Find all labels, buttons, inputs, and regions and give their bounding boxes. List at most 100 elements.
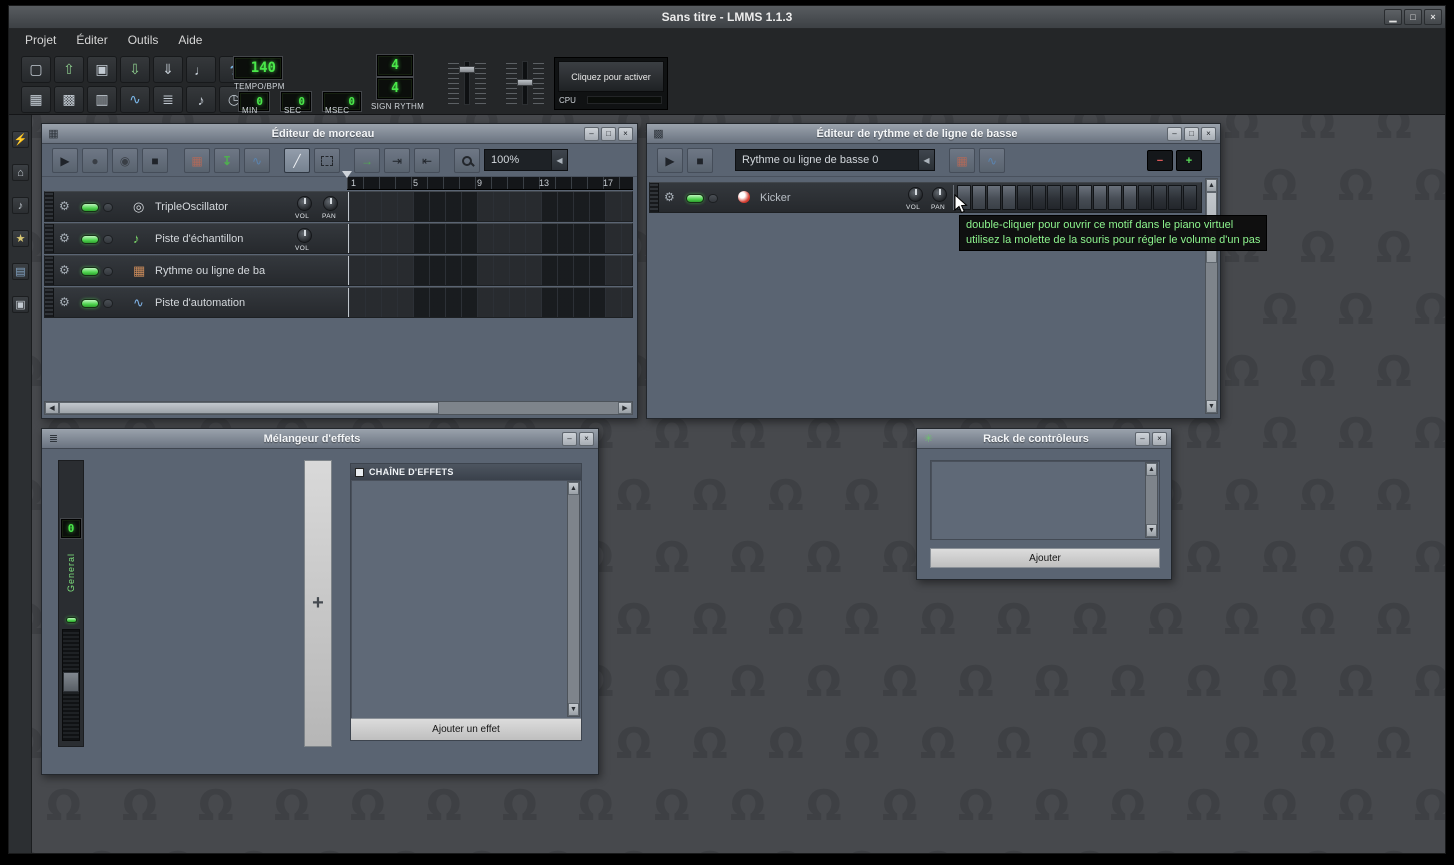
zoom-button[interactable]	[454, 148, 480, 173]
add-bb-track-button[interactable]: ▦	[184, 148, 210, 173]
track-grip[interactable]	[45, 224, 54, 253]
mute-led[interactable]	[81, 203, 99, 212]
song-editor-minimize-button[interactable]: –	[584, 126, 599, 141]
master-pitch-slider[interactable]	[505, 59, 545, 107]
song-editor-close-button[interactable]: ×	[618, 126, 633, 141]
rewind-button[interactable]: ⇤	[414, 148, 440, 173]
beat-step[interactable]	[1062, 185, 1077, 210]
beat-step[interactable]	[1017, 185, 1032, 210]
song-editor-hscrollbar[interactable]: ◀ ▶	[44, 401, 633, 415]
track-grip[interactable]	[650, 183, 659, 212]
toggle-song-editor-button[interactable]: ▦	[21, 86, 51, 113]
fader-handle[interactable]	[63, 672, 79, 692]
scrollbar-thumb[interactable]	[59, 402, 440, 414]
gear-icon[interactable]: ⚙	[664, 191, 675, 203]
toggle-bb-editor-button[interactable]: ▩	[54, 86, 84, 113]
stop-button[interactable]: ■	[142, 148, 168, 173]
add-steps-button[interactable]: +	[1176, 150, 1202, 171]
record-button[interactable]: ●	[82, 148, 108, 173]
track-grip[interactable]	[45, 288, 54, 317]
edit-mode-button[interactable]	[314, 148, 340, 173]
open-project-button[interactable]: ⇧	[54, 56, 84, 83]
track-name[interactable]: Rythme ou ligne de ba	[155, 265, 265, 277]
master-pitch-handle[interactable]	[517, 79, 533, 86]
bb-editor-maximize-button[interactable]: □	[1184, 126, 1199, 141]
new-project-button[interactable]: ▢	[21, 56, 51, 83]
track-content[interactable]	[348, 192, 632, 221]
solo-led[interactable]	[103, 203, 113, 212]
pan-knob[interactable]	[932, 187, 947, 202]
track-grip[interactable]	[45, 256, 54, 285]
controller-rack-minimize-button[interactable]: –	[1135, 431, 1150, 446]
controller-list[interactable]: ▲ ▼	[930, 460, 1160, 540]
beat-step[interactable]	[1047, 185, 1062, 210]
pan-knob[interactable]	[323, 196, 338, 211]
scroll-down-button[interactable]: ▼	[1146, 524, 1157, 537]
bb-editor-vscrollbar[interactable]: ▲ ▼	[1205, 178, 1218, 414]
beat-step[interactable]	[1002, 185, 1017, 210]
new-fx-channel-button[interactable]: +	[304, 460, 332, 747]
scrollbar-track[interactable]	[568, 495, 579, 703]
track-name[interactable]: Piste d'automation	[155, 297, 245, 309]
master-volume-slider[interactable]	[447, 59, 487, 107]
track-content[interactable]	[348, 224, 632, 253]
gear-icon[interactable]: ⚙	[59, 200, 70, 212]
beat-step[interactable]	[1137, 185, 1152, 210]
song-editor-maximize-button[interactable]: □	[601, 126, 616, 141]
solo-led[interactable]	[708, 194, 718, 203]
master-channel-strip[interactable]: 0 General	[58, 460, 84, 747]
mute-led[interactable]	[81, 235, 99, 244]
bb-editor-minimize-button[interactable]: –	[1167, 126, 1182, 141]
sidebar-item-computer[interactable]: ▣	[12, 296, 29, 313]
beat-step[interactable]	[972, 185, 987, 210]
volume-knob[interactable]	[908, 187, 923, 202]
toggle-fx-mixer-button[interactable]: ≣	[153, 86, 183, 113]
chain-enable-checkbox[interactable]	[355, 467, 364, 477]
fx-mixer-titlebar[interactable]: ≣ Mélangeur d'effets – ×	[42, 429, 598, 449]
menu-outils[interactable]: Outils	[118, 30, 169, 50]
add-controller-button[interactable]: Ajouter	[930, 548, 1160, 568]
beat-step[interactable]	[1077, 185, 1092, 210]
mute-led[interactable]	[81, 267, 99, 276]
track-name[interactable]: TripleOscillator	[155, 201, 228, 213]
visualization-activate-button[interactable]: Cliquez pour activer	[558, 61, 664, 92]
to-end-button[interactable]: ⇥	[384, 148, 410, 173]
gear-icon[interactable]: ⚙	[59, 264, 70, 276]
beat-step[interactable]	[1107, 185, 1122, 210]
controller-vscrollbar[interactable]: ▲ ▼	[1145, 462, 1158, 538]
menu-aide[interactable]: Aide	[168, 30, 212, 50]
scrollbar-track[interactable]	[59, 402, 618, 414]
volume-knob[interactable]	[297, 228, 312, 243]
master-volume-display[interactable]: 0	[61, 519, 81, 538]
solo-led[interactable]	[103, 267, 113, 276]
effects-vscrollbar[interactable]: ▲ ▼	[567, 481, 580, 717]
behaviour-at-stop-button[interactable]: →	[354, 148, 380, 173]
scroll-down-button[interactable]: ▼	[1206, 400, 1217, 413]
scrollbar-track[interactable]	[1146, 476, 1157, 524]
fx-mixer-close-button[interactable]: ×	[579, 431, 594, 446]
draw-mode-button[interactable]: ╱	[284, 148, 310, 173]
effects-chain-header[interactable]: CHAÎNE D'EFFETS	[351, 464, 581, 480]
scroll-up-button[interactable]: ▲	[568, 482, 579, 495]
zoom-combobox[interactable]: 100% ◀	[484, 149, 568, 171]
add-automation-track-button[interactable]: ∿	[979, 148, 1005, 173]
beat-step[interactable]	[987, 185, 1002, 210]
mute-led[interactable]	[686, 194, 704, 203]
beat-step[interactable]	[1092, 185, 1107, 210]
scroll-down-button[interactable]: ▼	[568, 703, 579, 716]
play-button[interactable]: ▶	[52, 148, 78, 173]
open-recent-button[interactable]: ⇩	[120, 56, 150, 83]
track-grip[interactable]	[45, 192, 54, 221]
save-project-button[interactable]: ▣	[87, 56, 117, 83]
project-notes-button[interactable]: ♪	[186, 86, 216, 113]
sidebar-item-presets[interactable]: ★	[12, 230, 29, 247]
fx-mixer-minimize-button[interactable]: –	[562, 431, 577, 446]
tempo-display[interactable]: 140	[234, 57, 282, 79]
gear-icon[interactable]: ⚙	[59, 296, 70, 308]
window-titlebar[interactable]: Sans titre - LMMS 1.1.3 ▁ □ ×	[9, 6, 1445, 29]
add-effect-button[interactable]: Ajouter un effet	[351, 718, 581, 740]
channel-led[interactable]	[66, 617, 77, 623]
scroll-up-button[interactable]: ▲	[1146, 463, 1157, 476]
beat-step[interactable]	[1152, 185, 1167, 210]
beat-step[interactable]	[1167, 185, 1182, 210]
